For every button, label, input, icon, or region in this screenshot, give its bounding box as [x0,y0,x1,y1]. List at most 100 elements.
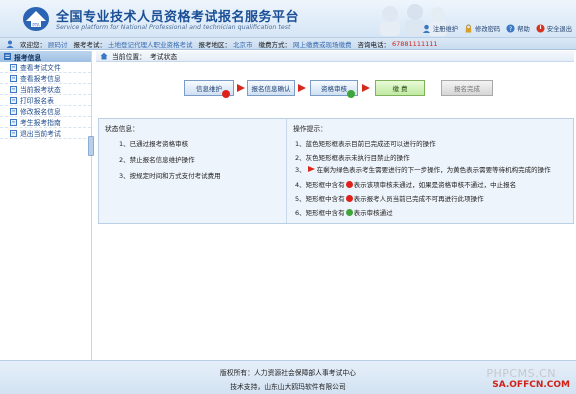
breadcrumb-current: 考试状态 [149,53,178,61]
register-link[interactable]: 注册维护 [422,24,458,33]
hint-text: 表示该项审核未通过，如果是资格审核不通过，中止报名 [353,181,517,189]
region-info: 报考地区： 北京市 [199,39,253,49]
exam-value: 土地登记代理人职业资格考试 [108,40,193,49]
status-row: 3、按规定时间和方式支付考试费用 [119,172,221,180]
sidebar-item-guide[interactable]: 考生报考指南 [0,117,91,128]
sidebar-item-edit-info[interactable]: 修改报名信息 [0,106,91,117]
welcome-value: 顾码讨 [48,40,68,49]
status-panel: 状态信息： 1、已通过报考资格审核 2、禁止报名信息维护操作 3、按规定时间和方… [98,118,574,224]
sidebar-item-label: 打印报名表 [20,97,54,105]
help-label: 帮助 [517,26,530,33]
sidebar-item-label: 退出当前考试 [20,130,61,138]
region-value: 北京市 [233,40,253,49]
welcome-label: 欢迎您： [20,40,46,49]
sidebar-item-current-status[interactable]: 当前报考状态 [0,84,91,95]
breadcrumb: 当前位置： 考试状态 [96,51,574,62]
watermark-secondary: SA.OFFCN.COM [492,380,570,390]
help-link[interactable]: ? 帮助 [506,24,530,33]
hint-text: 3、 [295,166,306,174]
user-icon [422,24,430,33]
help-icon: ? [506,24,515,33]
document-icon [10,74,17,82]
arrow-right-icon [298,84,306,92]
register-link-label: 注册维护 [432,26,459,33]
change-password-label: 修改密码 [475,26,501,33]
document-icon [10,63,17,71]
list-icon [4,53,11,60]
status-info-section: 状态信息： 1、已通过报考资格审核 2、禁止报名信息维护操作 3、按规定时间和方… [99,119,287,223]
svg-text:?: ? [509,26,512,33]
phone-label: 咨询电话： [357,40,391,49]
logout-label: 安全退出 [546,26,572,33]
sidebar-item-label: 查看考试文件 [20,64,61,72]
operation-hints-section: 操作提示： 1、蓝色矩形框表示目前已完成还可以进行的操作 2、灰色矩形框表示未执… [287,119,573,223]
document-icon [10,107,17,115]
sidebar-item-label: 修改报名信息 [20,108,61,116]
hint-row: 6、矩形框中含有 表示审核通过 [293,207,567,217]
document-icon [10,96,17,104]
logo-icon: PTA [23,7,49,31]
step-label: 资格审核 [321,85,347,93]
header-banner: PTA 全国专业技术人员资格考试报名服务平台 Service platform … [0,0,576,38]
status-info-title: 状态信息： [105,125,139,133]
document-icon [10,118,17,126]
site-subtitle: Service platform for National Profession… [56,24,291,31]
operation-hints-title: 操作提示： [293,125,327,133]
exit-icon [536,24,545,33]
exam-label: 报考考试： [73,40,107,49]
region-label: 报考地区： [198,40,232,49]
user-icon [6,40,14,48]
passed-icon [345,209,353,216]
failed-icon [222,90,230,98]
passed-icon [347,90,355,98]
sidebar-header: 报考信息 [0,51,91,62]
svg-text:PTA: PTA [32,23,40,28]
watermark-primary: PHPCMS.CN [486,367,556,380]
step-registration-complete: 报名完成 [441,80,493,96]
hint-row: 1、蓝色矩形框表示目前已完成还可以进行的操作 [295,140,436,148]
fee-info: 缴费方式： 网上缴费或现场缴费 [259,39,352,49]
hint-text: 在剩为绿色表示考生需要进行的下一步操作，为黄色表示需要等待机构完成的操作 [316,166,551,174]
hint-text: 表示审核通过 [353,209,393,217]
lock-icon [465,24,472,33]
sidebar-item-label: 当前报考状态 [20,86,61,94]
arrow-right-icon [307,166,315,172]
arrow-right-icon [362,84,370,92]
sidebar-item-exam-files[interactable]: 查看考试文件 [0,62,91,73]
sidebar-item-registration-info[interactable]: 查看报考信息 [0,73,91,84]
sidebar-item-print-form[interactable]: 打印报名表 [0,95,91,106]
phone-value: 67881111111 [392,39,438,48]
phone-info: 咨询电话： 67881111111 [358,39,438,49]
hint-text: 4、矩形框中含有 [295,181,345,189]
hint-row: 2、灰色矩形框表示未执行目禁止的操作 [295,154,410,162]
breadcrumb-label: 当前位置： [112,53,146,61]
hint-row: 4、矩形框中含有 表示该项审核未通过，如果是资格审核不通过，中止报名 [293,179,567,189]
tech-support-text: 技术支持，山东山大鸥玛软件有限公司 [230,383,346,391]
document-icon [10,129,17,137]
step-info-confirm[interactable]: 报名信息确认 [247,80,295,96]
fee-value: 网上缴费或现场缴费 [293,40,352,49]
logout-link[interactable]: 安全退出 [536,24,572,33]
sidebar-item-label: 查看报考信息 [20,75,61,83]
fee-label: 缴费方式： [258,40,292,49]
failed-icon [345,181,353,188]
progress-steps: 信息维护 报名信息确认 资格审核 缴 费 报名完成 [96,74,574,104]
sidebar-item-exit-exam[interactable]: 退出当前考试 [0,128,91,139]
hint-text: 表示报考人员当前已完成不可再进行此项操作 [353,195,484,203]
exam-info: 报考考试： 土地登记代理人职业资格考试 [74,39,193,49]
hint-row: 5、矩形框中含有 表示报考人员当前已完成不可再进行此项操作 [293,193,567,203]
hint-text: 5、矩形框中含有 [295,195,345,203]
header-links: 注册维护 修改密码 ? 帮助 安全退出 [422,24,572,33]
step-label: 报名完成 [454,85,480,93]
status-row: 2、禁止报名信息维护操作 [119,156,195,164]
failed-icon [345,195,353,202]
step-label: 报名信息确认 [251,85,291,93]
home-icon [100,52,108,60]
step-label: 信息维护 [196,85,222,93]
step-payment[interactable]: 缴 费 [375,80,425,96]
change-password-link[interactable]: 修改密码 [464,24,500,33]
step-label: 缴 费 [392,85,408,93]
sidebar-item-label: 考生报考指南 [20,119,61,127]
sidebar-collapse-handle[interactable] [88,136,94,156]
document-icon [10,85,17,93]
